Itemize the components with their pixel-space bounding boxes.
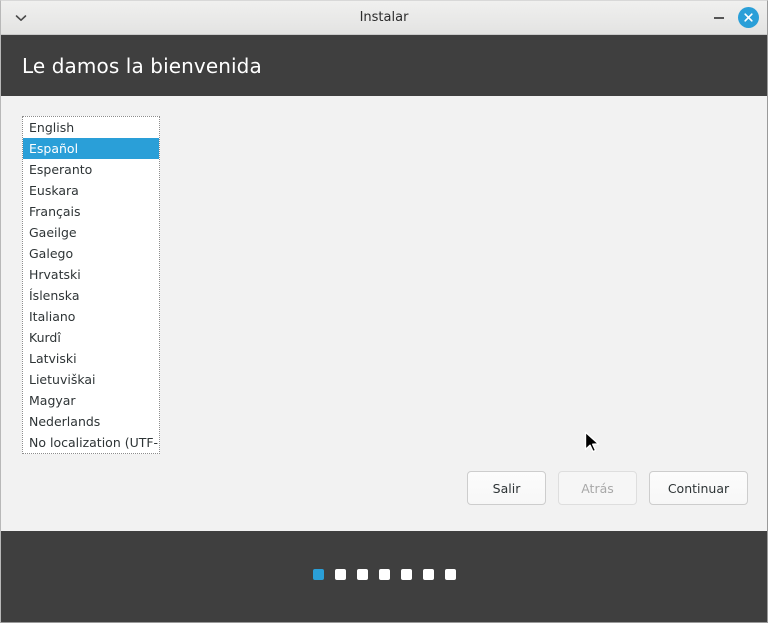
titlebar-left-controls [9,1,33,34]
navigation-buttons: Salir Atrás Continuar [467,471,748,505]
list-item[interactable]: Magyar [23,390,159,411]
list-item[interactable]: Euskara [23,180,159,201]
title-bar: Instalar [1,1,767,35]
step-dot-7[interactable] [444,569,456,580]
step-dot-6[interactable] [422,569,434,580]
installer-window: Instalar Le damos la bienvenida English … [0,0,768,623]
back-button[interactable]: Atrás [558,471,637,505]
list-item[interactable]: Nederlands [23,411,159,432]
list-item[interactable]: No localization (UTF-8) [23,432,159,453]
close-button[interactable] [738,7,759,28]
list-item[interactable]: Italiano [23,306,159,327]
list-item[interactable]: Íslenska [23,285,159,306]
minimize-button[interactable] [708,7,730,29]
list-item[interactable]: Gaeilge [23,222,159,243]
list-item[interactable]: Esperanto [23,159,159,180]
quit-button[interactable]: Salir [467,471,546,505]
footer-bar [1,531,767,622]
window-title: Instalar [359,10,409,25]
list-item[interactable]: Lietuviškai [23,369,159,390]
next-button[interactable]: Continuar [649,471,748,505]
list-item[interactable]: Galego [23,243,159,264]
language-list[interactable]: English Español Esperanto Euskara França… [22,116,160,454]
chevron-down-icon[interactable] [9,6,33,30]
page-title: Le damos la bienvenida [22,53,262,78]
list-item[interactable]: Kurdî [23,327,159,348]
page-header: Le damos la bienvenida [1,35,767,96]
minimize-icon [714,16,724,19]
list-item[interactable]: English [23,117,159,138]
close-icon [744,13,753,22]
step-dot-5[interactable] [400,569,412,580]
step-dot-3[interactable] [356,569,368,580]
main-content: English Español Esperanto Euskara França… [1,96,767,531]
list-item[interactable]: Español [23,138,159,159]
list-item[interactable]: Français [23,201,159,222]
step-dot-2[interactable] [334,569,346,580]
step-dot-4[interactable] [378,569,390,580]
list-item[interactable]: Latviski [23,348,159,369]
titlebar-right-controls [708,1,759,34]
step-dot-1[interactable] [312,569,324,580]
step-indicator [312,569,456,580]
list-item[interactable]: Hrvatski [23,264,159,285]
